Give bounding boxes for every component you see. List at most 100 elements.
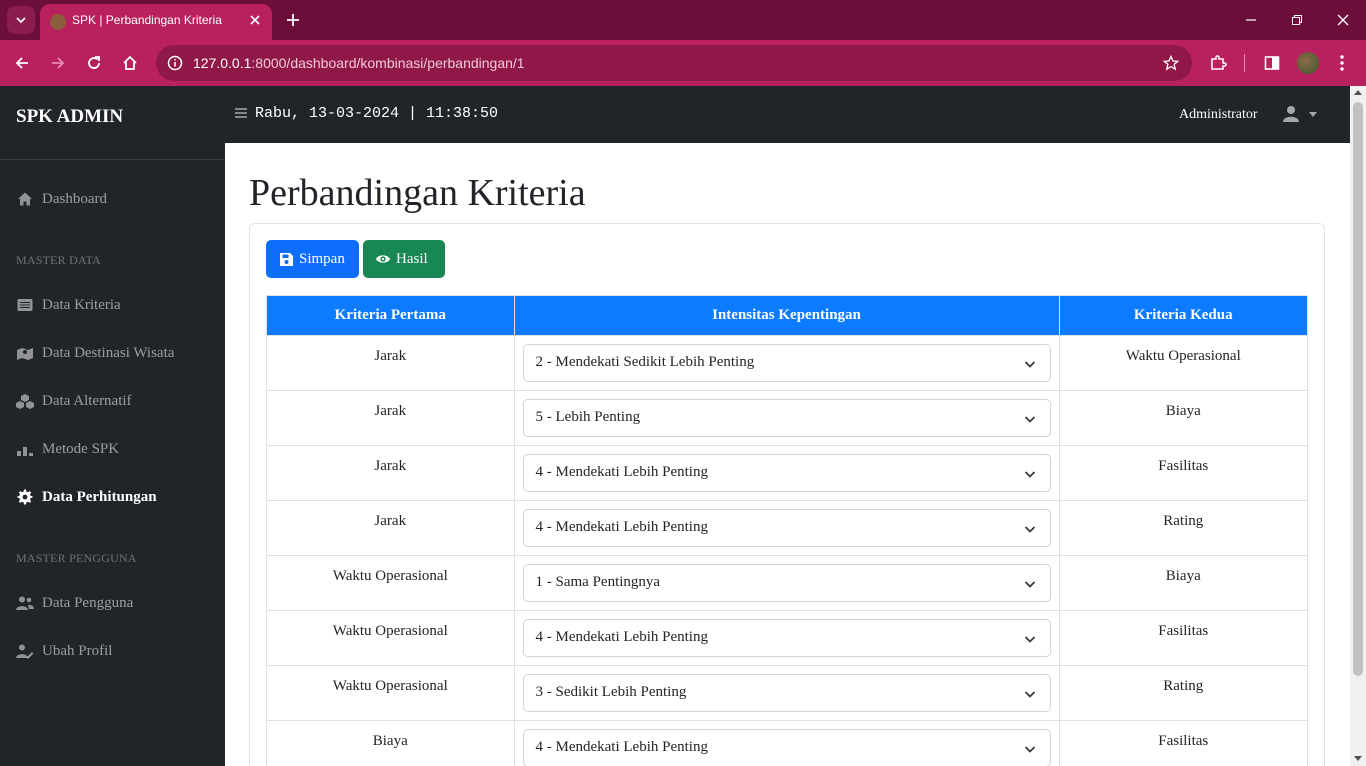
intensity-select[interactable]: 1 - Sama Pentingnya bbox=[522, 564, 1051, 602]
brand-title[interactable]: SPK ADMIN bbox=[0, 86, 225, 160]
floppy-disk-icon bbox=[278, 251, 294, 267]
comparison-card: Simpan Hasil Kriteria Pertama Intensitas… bbox=[249, 223, 1325, 766]
plus-icon bbox=[287, 14, 299, 26]
intensity-select-value: 3 - Sedikit Lebih Penting bbox=[535, 684, 687, 700]
sidebar-heading-master-data: MASTER DATA bbox=[16, 253, 101, 267]
scroll-up-arrow-icon[interactable] bbox=[1354, 90, 1362, 95]
table-row: Waktu Operasional 3 - Sedikit Lebih Pent… bbox=[266, 665, 1308, 721]
minimize-button[interactable] bbox=[1236, 6, 1266, 34]
second-criterion-cell: Rating bbox=[1058, 665, 1308, 721]
intensity-select[interactable]: 4 - Mendekati Lebih Penting bbox=[522, 509, 1051, 547]
intensity-cell: 4 - Mendekati Lebih Penting bbox=[513, 720, 1060, 766]
sidebar-item-data-pengguna[interactable]: Data Pengguna bbox=[16, 594, 133, 612]
browser-tab-bar: SPK | Perbandingan Kriteria bbox=[0, 0, 1366, 40]
intensity-select-value: 5 - Lebih Penting bbox=[535, 409, 641, 425]
restore-button[interactable] bbox=[1282, 6, 1312, 34]
intensity-select[interactable]: 4 - Mendekati Lebih Penting bbox=[522, 729, 1051, 766]
new-tab-button[interactable] bbox=[282, 9, 304, 31]
browser-menu-button[interactable] bbox=[1328, 49, 1356, 77]
browser-tab[interactable]: SPK | Perbandingan Kriteria bbox=[40, 4, 272, 40]
sidebar-item-label: Data Perhitungan bbox=[42, 488, 157, 505]
map-marker-icon bbox=[16, 344, 34, 362]
user-dropdown-caret-icon[interactable] bbox=[1309, 112, 1317, 117]
intensity-select[interactable]: 2 - Mendekati Sedikit Lebih Penting bbox=[522, 344, 1051, 382]
forward-button[interactable] bbox=[44, 49, 72, 77]
intensity-select-value: 4 - Mendekati Lebih Penting bbox=[535, 629, 708, 645]
intensity-cell: 2 - Mendekati Sedikit Lebih Penting bbox=[513, 335, 1060, 391]
tab-close-button[interactable] bbox=[246, 11, 264, 29]
sidebar-item-dashboard[interactable]: Dashboard bbox=[16, 190, 107, 208]
side-panel-button[interactable] bbox=[1258, 49, 1286, 77]
tab-search-button[interactable] bbox=[7, 6, 35, 34]
second-criterion-cell: Fasilitas bbox=[1058, 445, 1308, 501]
toolbar-divider bbox=[1244, 54, 1245, 72]
eye-icon bbox=[375, 251, 391, 267]
sidebar-item-data-perhitungan[interactable]: Data Perhitungan bbox=[16, 488, 157, 506]
sidebar-item-data-alternatif[interactable]: Data Alternatif bbox=[16, 392, 132, 410]
page-scrollbar[interactable] bbox=[1350, 86, 1366, 766]
sidebar-item-label: Data Alternatif bbox=[42, 392, 132, 409]
more-vertical-icon bbox=[1340, 55, 1344, 71]
save-button-label: Simpan bbox=[299, 250, 345, 267]
user-icon[interactable] bbox=[1282, 105, 1300, 123]
table-row: Waktu Operasional 4 - Mendekati Lebih Pe… bbox=[266, 610, 1308, 666]
column-header-first: Kriteria Pertama bbox=[266, 295, 515, 336]
site-info-button[interactable] bbox=[164, 52, 186, 74]
close-window-button[interactable] bbox=[1328, 6, 1358, 34]
bookmark-button[interactable] bbox=[1160, 52, 1182, 74]
intensity-select-value: 4 - Mendekati Lebih Penting bbox=[535, 519, 708, 535]
second-criterion-cell: Fasilitas bbox=[1058, 610, 1308, 666]
reload-icon bbox=[88, 56, 100, 69]
intensity-select[interactable]: 3 - Sedikit Lebih Penting bbox=[522, 674, 1051, 712]
extensions-button[interactable] bbox=[1204, 49, 1232, 77]
chevron-down-icon bbox=[1024, 471, 1035, 478]
users-icon bbox=[16, 594, 34, 612]
back-button[interactable] bbox=[8, 49, 36, 77]
sidebar-item-data-destinasi[interactable]: Data Destinasi Wisata bbox=[16, 344, 174, 362]
chevron-down-icon bbox=[1024, 416, 1035, 423]
profile-button[interactable] bbox=[1294, 49, 1322, 77]
table-row: Jarak 5 - Lebih Penting Biaya bbox=[266, 390, 1308, 446]
scrollbar-thumb[interactable] bbox=[1353, 102, 1363, 676]
list-icon bbox=[16, 296, 34, 314]
chevron-down-icon bbox=[1024, 636, 1035, 643]
sidebar-heading-master-pengguna: MASTER PENGGUNA bbox=[16, 551, 137, 565]
table-row: Jarak 4 - Mendekati Lebih Penting Rating bbox=[266, 500, 1308, 556]
result-button[interactable]: Hasil bbox=[363, 240, 445, 278]
sidebar-item-label: Ubah Profil bbox=[42, 642, 113, 659]
sidebar-item-ubah-profil[interactable]: Ubah Profil bbox=[16, 642, 112, 660]
table-row: Jarak 2 - Mendekati Sedikit Lebih Pentin… bbox=[266, 335, 1308, 391]
url-host: 127.0.0.1 bbox=[193, 55, 252, 71]
close-icon bbox=[1337, 14, 1349, 26]
favicon-icon bbox=[50, 14, 66, 30]
sidebar-item-metode-spk[interactable]: Metode SPK bbox=[16, 440, 119, 458]
menu-icon[interactable] bbox=[234, 106, 248, 120]
chart-icon bbox=[16, 440, 34, 458]
intensity-select[interactable]: 4 - Mendekati Lebih Penting bbox=[522, 619, 1051, 657]
first-criterion-cell: Jarak bbox=[266, 335, 515, 391]
datetime-display: Rabu, 13-03-2024 | 11:38:50 bbox=[255, 105, 499, 122]
reload-button[interactable] bbox=[80, 49, 108, 77]
comparison-table: Kriteria Pertama Intensitas Kepentingan … bbox=[266, 295, 1308, 766]
first-criterion-cell: Jarak bbox=[266, 445, 515, 501]
browser-toolbar: 127.0.0.1:8000/dashboard/kombinasi/perba… bbox=[0, 40, 1366, 86]
intensity-select[interactable]: 4 - Mendekati Lebih Penting bbox=[522, 454, 1051, 492]
intensity-select[interactable]: 5 - Lebih Penting bbox=[522, 399, 1051, 437]
home-icon bbox=[123, 55, 137, 70]
main-content: Perbandingan Kriteria Simpan Hasil Krite… bbox=[225, 143, 1350, 766]
intensity-select-value: 4 - Mendekati Lebih Penting bbox=[535, 464, 708, 480]
intensity-cell: 4 - Mendekati Lebih Penting bbox=[513, 445, 1060, 501]
info-icon bbox=[167, 55, 183, 71]
save-button[interactable]: Simpan bbox=[266, 240, 359, 278]
sidebar-item-label: Data Pengguna bbox=[42, 594, 134, 611]
home-button[interactable] bbox=[116, 49, 144, 77]
chevron-down-icon bbox=[1024, 691, 1035, 698]
close-icon bbox=[250, 15, 260, 25]
address-bar[interactable]: 127.0.0.1:8000/dashboard/kombinasi/perba… bbox=[156, 45, 1192, 81]
second-criterion-cell: Waktu Operasional bbox=[1058, 335, 1308, 391]
scroll-down-arrow-icon[interactable] bbox=[1354, 756, 1362, 761]
restore-icon bbox=[1292, 15, 1302, 25]
sidebar-item-data-kriteria[interactable]: Data Kriteria bbox=[16, 296, 121, 314]
user-edit-icon bbox=[16, 642, 34, 660]
tab-title: SPK | Perbandingan Kriteria bbox=[72, 13, 222, 27]
